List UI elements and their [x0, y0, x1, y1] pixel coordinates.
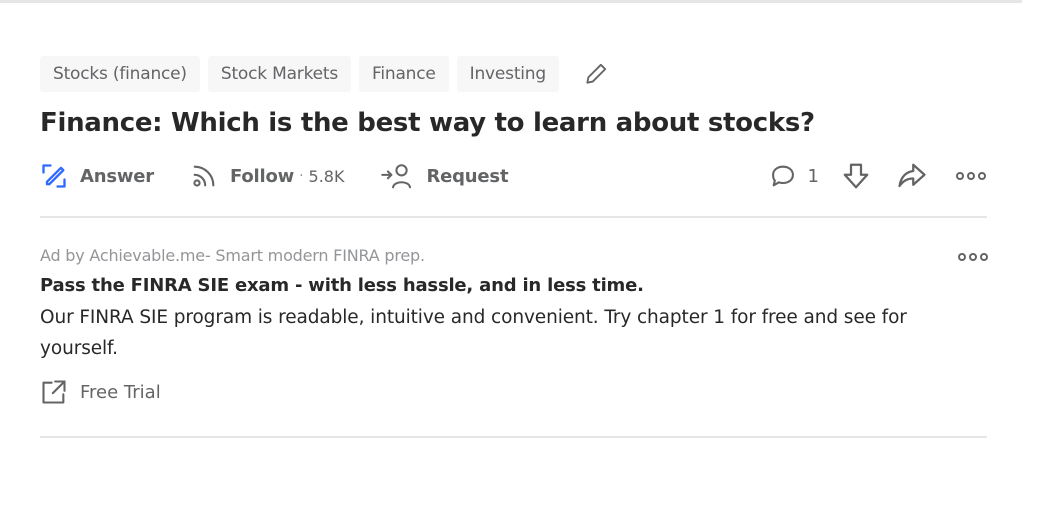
topic-list: Stocks (finance) Stock Markets Finance I… — [40, 56, 987, 92]
separator-dot: · — [299, 168, 304, 184]
section-divider — [40, 216, 987, 218]
downvote-button[interactable] — [841, 161, 871, 191]
top-divider — [0, 0, 1022, 3]
follow-label: Follow — [229, 165, 295, 187]
ad-body: Our FINRA SIE program is readable, intui… — [40, 307, 907, 359]
secondary-actions: 1 — [768, 158, 987, 194]
ad-headline[interactable]: Pass the FINRA SIE exam - with less hass… — [40, 275, 987, 296]
more-dots-icon — [958, 253, 988, 261]
edit-topics-pencil-icon[interactable] — [583, 61, 609, 87]
question-card: Stocks (finance) Stock Markets Finance I… — [40, 56, 989, 438]
answer-pencil-icon — [42, 164, 66, 188]
answer-label: Answer — [80, 165, 154, 187]
question-actions: Answer Follow · 5.8K Request 1 — [40, 158, 987, 194]
topic-tag[interactable]: Investing — [456, 56, 559, 92]
request-label: Request — [426, 165, 509, 187]
free-trial-link[interactable]: Free Trial — [40, 378, 987, 406]
request-user-icon — [381, 164, 412, 189]
comment-count: 1 — [807, 165, 819, 187]
comment-button[interactable]: 1 — [768, 162, 841, 190]
sponsored-ad: Ad by Achievable.me- Smart modern FINRA … — [40, 246, 989, 406]
section-divider — [40, 436, 987, 438]
follower-count: 5.8K — [308, 166, 345, 186]
follow-rss-icon — [193, 165, 215, 187]
free-trial-label: Free Trial — [80, 381, 161, 403]
ad-sponsor[interactable]: Ad by Achievable.me- Smart modern FINRA … — [40, 246, 987, 265]
topic-tag[interactable]: Stocks (finance) — [40, 56, 200, 92]
request-button[interactable]: Request — [380, 162, 509, 190]
comment-bubble-icon — [771, 165, 794, 187]
follow-button[interactable]: Follow · 5.8K — [190, 162, 344, 190]
answer-button[interactable]: Answer — [40, 162, 154, 190]
downvote-arrow-icon — [843, 163, 869, 189]
topic-tag[interactable]: Finance — [359, 56, 449, 92]
share-arrow-icon — [898, 163, 926, 188]
share-button[interactable] — [897, 161, 927, 191]
more-options-button[interactable] — [955, 170, 987, 182]
more-dots-icon — [956, 172, 986, 180]
ad-more-options-button[interactable] — [957, 248, 989, 267]
topic-tag[interactable]: Stock Markets — [207, 56, 352, 92]
external-link-icon — [42, 380, 66, 404]
question-title[interactable]: Finance: Which is the best way to learn … — [40, 106, 987, 140]
